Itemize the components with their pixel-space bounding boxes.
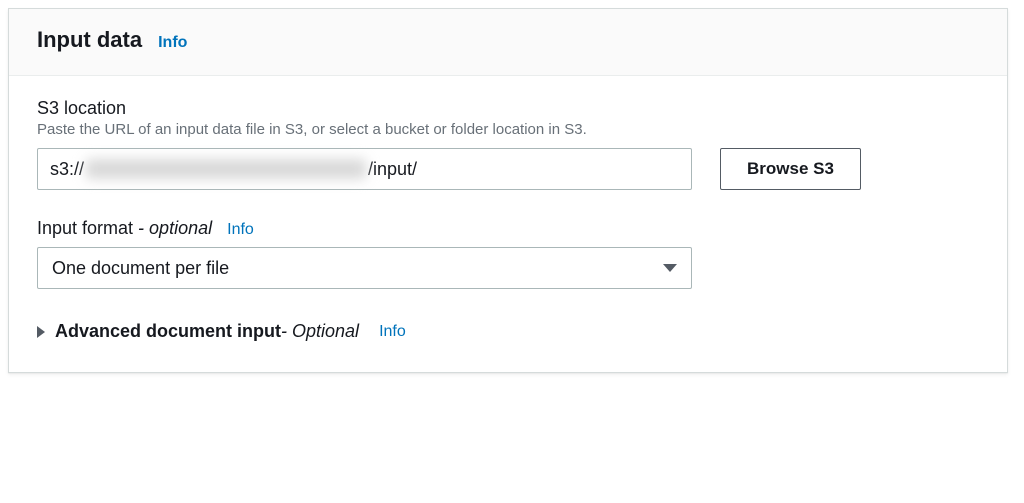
s3-location-label: S3 location xyxy=(37,98,979,119)
input-format-label: Input format - optional Info xyxy=(37,218,979,239)
input-format-info-link[interactable]: Info xyxy=(227,221,254,238)
s3-location-description: Paste the URL of an input data file in S… xyxy=(37,121,979,138)
chevron-right-icon xyxy=(37,326,45,338)
s3-location-input[interactable]: s3:// /input/ xyxy=(37,148,692,190)
input-format-field: Input format - optional Info One documen… xyxy=(37,218,979,289)
advanced-label-text: Advanced document input xyxy=(55,321,281,341)
s3-redacted-bucket xyxy=(86,159,366,179)
chevron-down-icon xyxy=(663,264,677,272)
input-format-label-text: Input format xyxy=(37,218,133,238)
s3-location-field: S3 location Paste the URL of an input da… xyxy=(37,98,979,190)
advanced-document-input-toggle[interactable]: Advanced document input- Optional Info xyxy=(37,321,979,342)
panel-header: Input data Info xyxy=(9,9,1007,76)
browse-s3-button[interactable]: Browse S3 xyxy=(720,148,861,190)
panel-title: Input data xyxy=(37,27,142,53)
advanced-label-optional: - Optional xyxy=(281,321,359,341)
advanced-document-input-label: Advanced document input- Optional xyxy=(55,321,359,342)
input-format-optional: - optional xyxy=(133,218,212,238)
s3-row: s3:// /input/ Browse S3 xyxy=(37,148,979,190)
s3-url-suffix: /input/ xyxy=(368,159,417,180)
input-data-panel: Input data Info S3 location Paste the UR… xyxy=(8,8,1008,373)
advanced-info-link[interactable]: Info xyxy=(379,323,406,341)
header-info-link[interactable]: Info xyxy=(158,34,187,52)
input-format-select-wrap: One document per file xyxy=(37,247,692,289)
input-format-selected-value: One document per file xyxy=(52,258,229,279)
s3-url-prefix: s3:// xyxy=(50,159,84,180)
input-format-select[interactable]: One document per file xyxy=(37,247,692,289)
panel-body: S3 location Paste the URL of an input da… xyxy=(9,76,1007,372)
